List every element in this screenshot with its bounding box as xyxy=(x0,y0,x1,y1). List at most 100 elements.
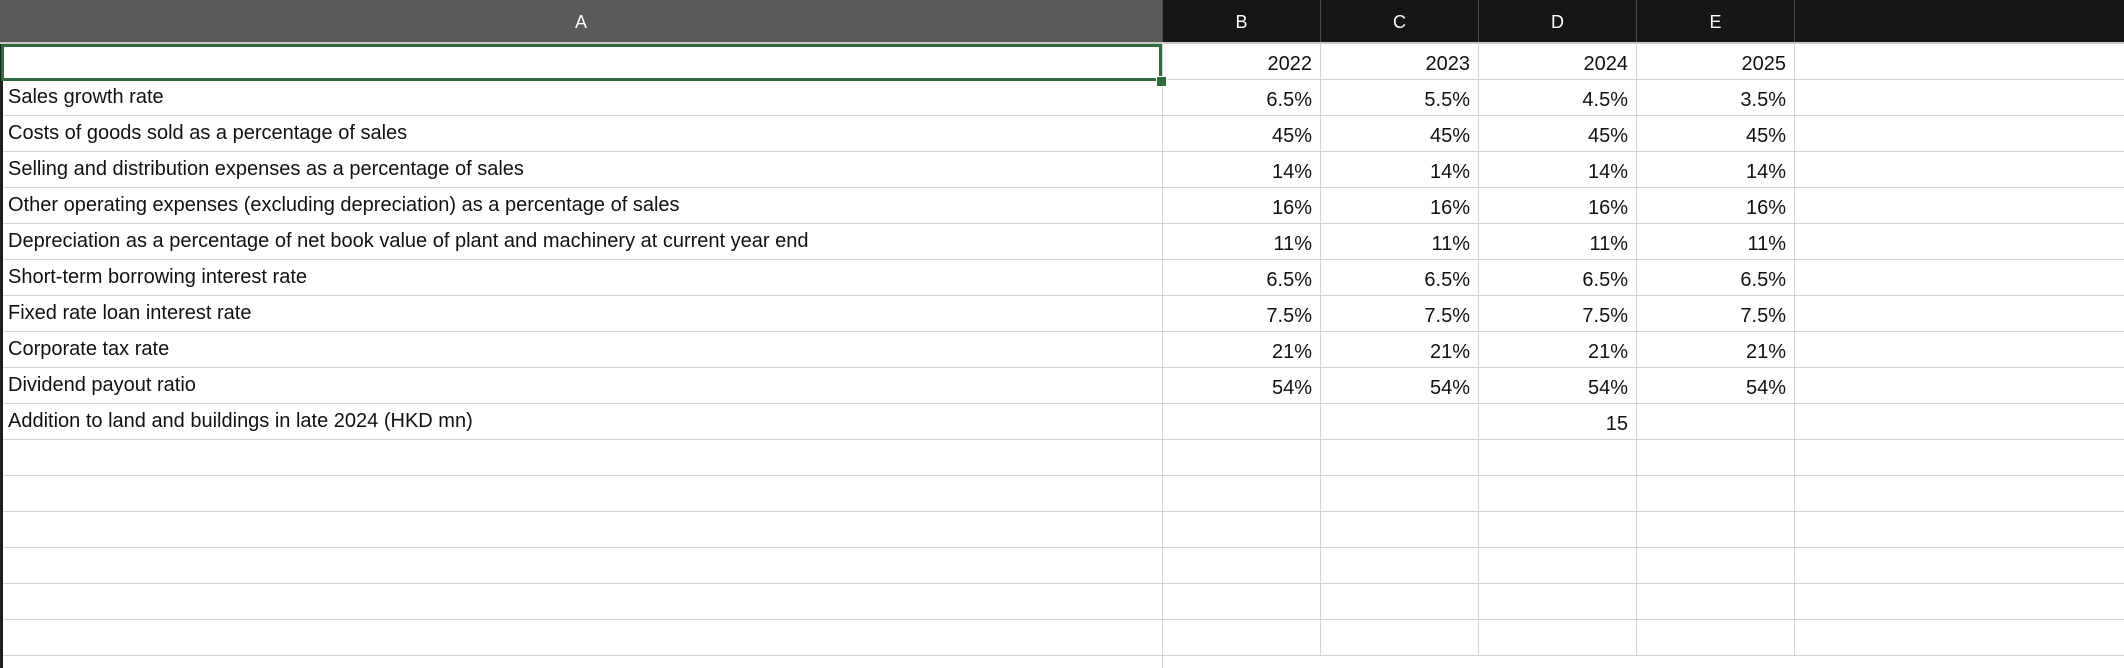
cell-e[interactable]: 21% xyxy=(1637,332,1795,367)
selected-cell-a1[interactable] xyxy=(1,44,1162,81)
cell-c[interactable]: 45% xyxy=(1321,116,1479,151)
cell-d[interactable] xyxy=(1479,548,1637,583)
cell-b[interactable]: 16% xyxy=(1163,188,1321,223)
table-row xyxy=(0,440,2124,476)
cell-b[interactable] xyxy=(1163,512,1321,547)
table-row: Corporate tax rate 21% 21% 21% 21% xyxy=(0,332,2124,368)
cell-b[interactable]: 21% xyxy=(1163,332,1321,367)
cell-label[interactable]: Depreciation as a percentage of net book… xyxy=(0,224,1161,259)
cell-e[interactable] xyxy=(1637,404,1795,439)
cell-b[interactable] xyxy=(1163,548,1321,583)
cell-d[interactable]: 6.5% xyxy=(1479,260,1637,295)
cell-label[interactable] xyxy=(0,476,1161,511)
cell-d[interactable] xyxy=(1479,440,1637,475)
cell-e[interactable]: 11% xyxy=(1637,224,1795,259)
cell-b[interactable]: 11% xyxy=(1163,224,1321,259)
cell-d[interactable] xyxy=(1479,512,1637,547)
cell-label[interactable]: Fixed rate loan interest rate xyxy=(0,296,1161,331)
cell-b[interactable] xyxy=(1163,404,1321,439)
cell-c[interactable]: 21% xyxy=(1321,332,1479,367)
cell-b[interactable]: 7.5% xyxy=(1163,296,1321,331)
cell-e[interactable]: 6.5% xyxy=(1637,260,1795,295)
table-row: Sales growth rate 6.5% 5.5% 4.5% 3.5% xyxy=(0,80,2124,116)
cell-d[interactable] xyxy=(1479,620,1637,655)
cell-b[interactable] xyxy=(1163,476,1321,511)
cell-c[interactable] xyxy=(1321,620,1479,655)
cell-c[interactable]: 6.5% xyxy=(1321,260,1479,295)
table-row: Dividend payout ratio 54% 54% 54% 54% xyxy=(0,368,2124,404)
cell-e[interactable]: 45% xyxy=(1637,116,1795,151)
cell-e[interactable]: 2025 xyxy=(1637,44,1795,79)
cell-e[interactable]: 54% xyxy=(1637,368,1795,403)
cell-c[interactable] xyxy=(1321,548,1479,583)
cell-label[interactable]: Sales growth rate xyxy=(0,80,1161,115)
cell-c[interactable] xyxy=(1321,512,1479,547)
cell-e[interactable]: 3.5% xyxy=(1637,80,1795,115)
column-header-b[interactable]: B xyxy=(1163,0,1321,42)
cell-d[interactable]: 11% xyxy=(1479,224,1637,259)
column-header-empty[interactable] xyxy=(1795,0,2124,42)
cell-label[interactable] xyxy=(0,512,1161,547)
cell-e[interactable]: 16% xyxy=(1637,188,1795,223)
cell-e[interactable] xyxy=(1637,548,1795,583)
cell-c[interactable]: 5.5% xyxy=(1321,80,1479,115)
cell-label[interactable]: Short-term borrowing interest rate xyxy=(0,260,1161,295)
fill-handle[interactable] xyxy=(1156,76,1167,87)
cell-d[interactable]: 2024 xyxy=(1479,44,1637,79)
column-header-a[interactable]: A xyxy=(0,0,1163,42)
cell-label[interactable]: Costs of goods sold as a percentage of s… xyxy=(0,116,1161,151)
table-row: Depreciation as a percentage of net book… xyxy=(0,224,2124,260)
cell-label[interactable]: Selling and distribution expenses as a p… xyxy=(0,152,1161,187)
cell-c[interactable]: 54% xyxy=(1321,368,1479,403)
cell-d[interactable]: 21% xyxy=(1479,332,1637,367)
cell-b[interactable] xyxy=(1163,620,1321,655)
cell-label[interactable] xyxy=(0,548,1161,583)
cell-e[interactable] xyxy=(1637,440,1795,475)
cell-c[interactable] xyxy=(1321,584,1479,619)
cell-d[interactable]: 16% xyxy=(1479,188,1637,223)
cell-label[interactable]: Dividend payout ratio xyxy=(0,368,1161,403)
cell-b[interactable] xyxy=(1163,440,1321,475)
cell-b[interactable]: 14% xyxy=(1163,152,1321,187)
cell-d[interactable]: 15 xyxy=(1479,404,1637,439)
column-header-c[interactable]: C xyxy=(1321,0,1479,42)
cell-label[interactable] xyxy=(0,440,1161,475)
column-header-d[interactable]: D xyxy=(1479,0,1637,42)
cell-d[interactable] xyxy=(1479,476,1637,511)
cell-d[interactable] xyxy=(1479,584,1637,619)
cell-b[interactable]: 54% xyxy=(1163,368,1321,403)
cell-b[interactable]: 6.5% xyxy=(1163,80,1321,115)
cell-c[interactable] xyxy=(1321,404,1479,439)
cell-d[interactable]: 54% xyxy=(1479,368,1637,403)
cell-c[interactable]: 2023 xyxy=(1321,44,1479,79)
cell-e[interactable] xyxy=(1637,584,1795,619)
cell-b[interactable] xyxy=(1163,584,1321,619)
table-row xyxy=(0,584,2124,620)
cell-c[interactable] xyxy=(1321,476,1479,511)
cell-e[interactable]: 14% xyxy=(1637,152,1795,187)
cell-c[interactable]: 7.5% xyxy=(1321,296,1479,331)
cell-label[interactable]: Addition to land and buildings in late 2… xyxy=(0,404,1161,439)
column-header-e[interactable]: E xyxy=(1637,0,1795,42)
cell-b[interactable]: 45% xyxy=(1163,116,1321,151)
cell-e[interactable]: 7.5% xyxy=(1637,296,1795,331)
cell-d[interactable]: 7.5% xyxy=(1479,296,1637,331)
cell-d[interactable]: 45% xyxy=(1479,116,1637,151)
cell-c[interactable]: 11% xyxy=(1321,224,1479,259)
cell-d[interactable]: 14% xyxy=(1479,152,1637,187)
table-row: Selling and distribution expenses as a p… xyxy=(0,152,2124,188)
cell-label[interactable] xyxy=(0,584,1161,619)
table-row xyxy=(0,548,2124,584)
cell-label[interactable]: Other operating expenses (excluding depr… xyxy=(0,188,1161,223)
cell-e[interactable] xyxy=(1637,620,1795,655)
cell-label[interactable] xyxy=(0,620,1161,655)
cell-c[interactable]: 16% xyxy=(1321,188,1479,223)
cell-c[interactable] xyxy=(1321,440,1479,475)
cell-e[interactable] xyxy=(1637,512,1795,547)
cell-b[interactable]: 6.5% xyxy=(1163,260,1321,295)
cell-e[interactable] xyxy=(1637,476,1795,511)
cell-c[interactable]: 14% xyxy=(1321,152,1479,187)
cell-label[interactable]: Corporate tax rate xyxy=(0,332,1161,367)
cell-d[interactable]: 4.5% xyxy=(1479,80,1637,115)
cell-b[interactable]: 2022 xyxy=(1163,44,1321,79)
